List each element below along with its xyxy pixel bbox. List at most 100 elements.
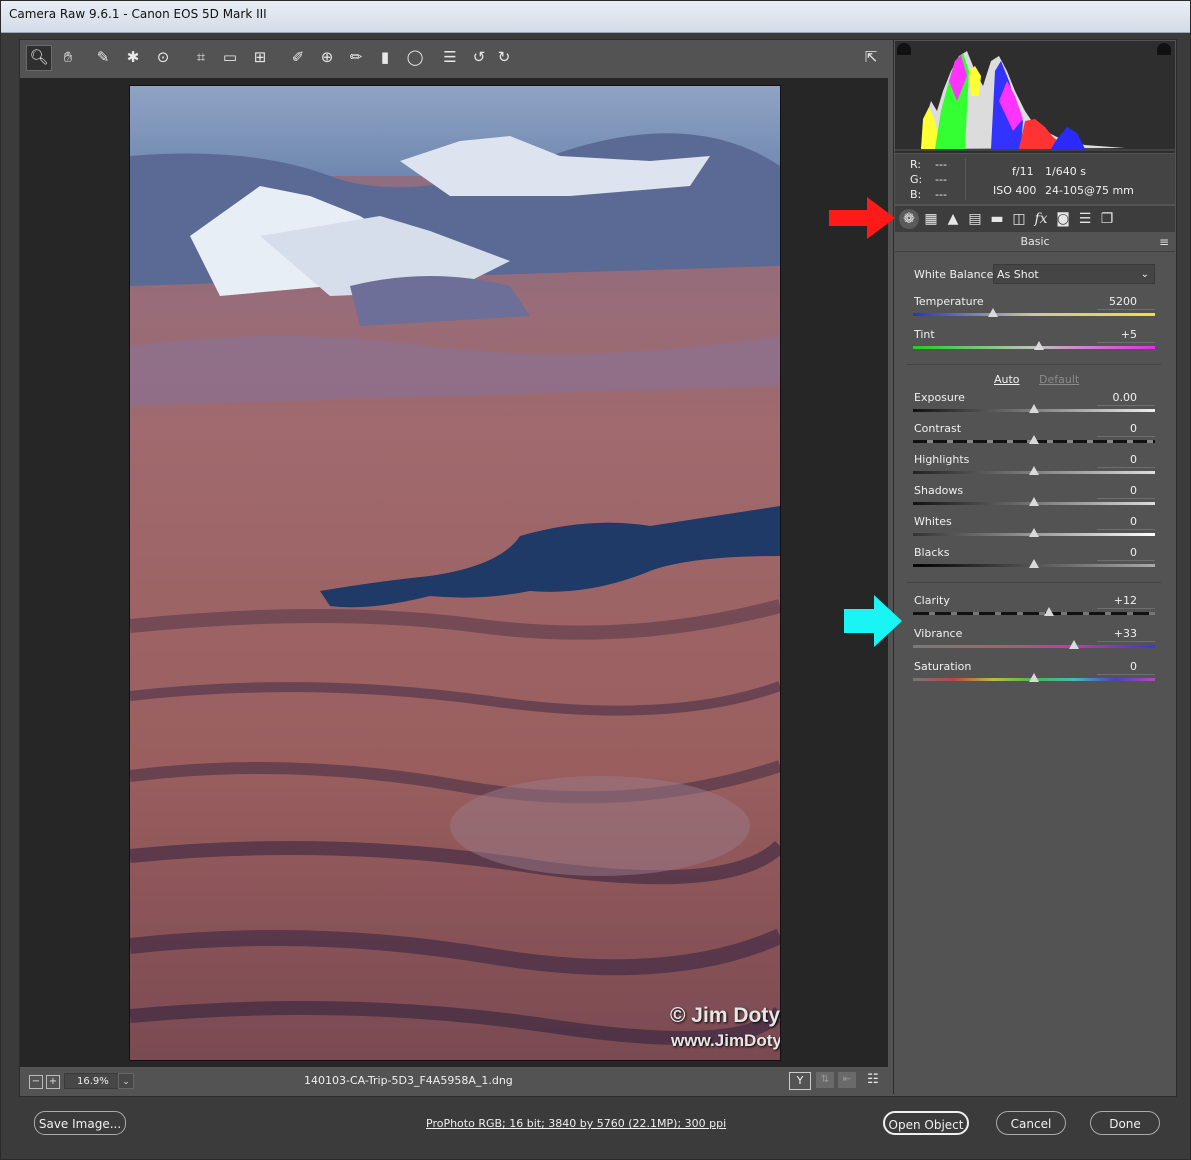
radial-filter-icon[interactable]: ◯ xyxy=(404,46,426,68)
cancel-button[interactable]: Cancel xyxy=(996,1111,1066,1135)
panel-tabs: ❁ ▦ ▲ ▤ ▬ ◫ fx ◙ ☰ ❐ xyxy=(895,206,1175,232)
contrast-label: Contrast xyxy=(914,422,962,435)
tab-presets-icon[interactable]: ☰ xyxy=(1075,209,1095,229)
aperture-value: f/11 xyxy=(1012,165,1034,178)
filename-label: 140103-CA-Trip-5D3_F4A5958A_1.dng xyxy=(304,1074,513,1087)
saturation-slider-thumb[interactable] xyxy=(1029,673,1039,682)
straighten-tool-icon[interactable]: ▭ xyxy=(219,46,241,68)
vibrance-slider-thumb[interactable] xyxy=(1068,640,1079,649)
b-label: B: xyxy=(910,188,922,201)
tint-value-field[interactable]: +5 xyxy=(1097,328,1137,341)
red-arrow-annotation xyxy=(829,197,895,239)
spot-removal-tool-icon[interactable]: ✐ xyxy=(287,46,309,68)
shadows-value-field[interactable]: 0 xyxy=(1097,484,1137,497)
histogram xyxy=(895,41,1175,153)
clarity-value-field[interactable]: +12 xyxy=(1097,594,1137,607)
rotate-right-icon[interactable]: ↻ xyxy=(493,46,515,68)
hand-tool-icon[interactable]: ✋︎ xyxy=(57,46,79,68)
whites-slider-thumb[interactable] xyxy=(1029,528,1039,537)
tab-hsl-icon[interactable]: ▤ xyxy=(965,209,985,229)
clarity-slider-thumb[interactable] xyxy=(1043,607,1054,616)
cyan-arrow-annotation xyxy=(844,595,902,647)
exposure-slider-thumb[interactable] xyxy=(1029,404,1039,413)
contrast-value-field[interactable]: 0 xyxy=(1097,422,1137,435)
white-balance-tool-icon[interactable]: ✎ xyxy=(92,46,114,68)
cyan-arrow-shape xyxy=(844,595,902,647)
contrast-slider-thumb[interactable] xyxy=(1029,435,1039,444)
zoom-dropdown-button[interactable]: ⌄ xyxy=(118,1073,134,1089)
vibrance-slider-track[interactable] xyxy=(913,645,1155,648)
vibrance-value-field[interactable]: +33 xyxy=(1097,627,1137,640)
zoom-tool-icon[interactable]: 🔍︎ xyxy=(26,45,52,71)
crop-tool-icon[interactable]: ⌗ xyxy=(190,46,212,68)
graduated-filter-icon[interactable]: ▮ xyxy=(374,46,396,68)
save-image-button[interactable]: Save Image... xyxy=(34,1111,126,1135)
clarity-slider-track[interactable] xyxy=(913,612,1155,615)
tint-slider-thumb[interactable] xyxy=(1033,341,1044,350)
tab-split-toning-icon[interactable]: ▬ xyxy=(987,209,1007,229)
settings-sliders-icon[interactable]: ☷ xyxy=(864,1071,882,1089)
blacks-value-field[interactable]: 0 xyxy=(1097,546,1137,559)
whites-value-field[interactable]: 0 xyxy=(1097,515,1137,528)
adjustment-brush-icon[interactable]: ✏ xyxy=(345,46,367,68)
saturation-value-field[interactable]: 0 xyxy=(1097,660,1137,673)
transform-tool-icon[interactable]: ⊞ xyxy=(249,46,271,68)
highlights-value-underline xyxy=(1097,467,1155,468)
targeted-adjustment-tool-icon[interactable]: ⊙ xyxy=(152,46,174,68)
temperature-slider-thumb[interactable] xyxy=(987,308,998,317)
highlights-value-field[interactable]: 0 xyxy=(1097,453,1137,466)
blacks-label: Blacks xyxy=(914,546,950,559)
exposure-label: Exposure xyxy=(914,391,965,404)
camera-info-panel: R: --- G: --- B: --- f/11 1/640 s ISO 40… xyxy=(895,154,1175,204)
shadows-slider-thumb[interactable] xyxy=(1029,497,1039,506)
g-value: --- xyxy=(935,173,947,186)
auto-link[interactable]: Auto xyxy=(994,373,1020,386)
tab-tone-curve-icon[interactable]: ▦ xyxy=(921,209,941,229)
temperature-label: Temperature xyxy=(914,295,984,308)
white-balance-select[interactable]: As Shot ⌄ xyxy=(993,264,1155,284)
tab-snapshots-icon[interactable]: ❐ xyxy=(1097,209,1117,229)
default-link[interactable]: Default xyxy=(1039,373,1079,386)
white-balance-value: As Shot xyxy=(997,268,1039,281)
shadows-label: Shadows xyxy=(914,484,964,497)
zoom-out-button[interactable]: − xyxy=(29,1075,43,1089)
zoom-in-button[interactable]: + xyxy=(46,1075,60,1089)
b-value: --- xyxy=(935,188,947,201)
watermark-line1: © Jim Doty, Jr. xyxy=(670,1004,781,1027)
done-button[interactable]: Done xyxy=(1090,1111,1160,1135)
rotate-left-icon[interactable]: ↺ xyxy=(468,46,490,68)
red-arrow-shape xyxy=(829,197,895,239)
tab-camera-calibration-icon[interactable]: ◙ xyxy=(1053,209,1073,229)
whites-value-underline xyxy=(1097,529,1155,530)
blacks-slider-thumb[interactable] xyxy=(1029,559,1039,568)
r-value: --- xyxy=(935,158,947,171)
toolbar: 🔍︎ ✋︎ ✎ ✱ ⊙ ⌗ ▭ ⊞ ✐ ⊕ ✏ ▮ ◯ ☰ ↺ ↻ ⇱ xyxy=(20,40,888,78)
exposure-value-field[interactable]: 0.00 xyxy=(1097,391,1138,404)
exposure-value-underline xyxy=(1097,405,1155,406)
photo-preview[interactable]: © Jim Doty, Jr. www.JimDoty.com xyxy=(129,85,781,1061)
camera-raw-window: Camera Raw 9.6.1 - Canon EOS 5D Mark III… xyxy=(0,0,1191,1160)
highlights-slider-thumb[interactable] xyxy=(1029,466,1039,475)
preferences-icon[interactable]: ☰ xyxy=(439,46,461,68)
before-after-toggle-button[interactable]: Y xyxy=(789,1072,811,1090)
tab-lens-corrections-icon[interactable]: ◫ xyxy=(1009,209,1029,229)
temperature-slider-track[interactable] xyxy=(913,313,1155,316)
copy-settings-icon[interactable]: ⇤ xyxy=(838,1072,856,1088)
tint-label: Tint xyxy=(914,328,935,341)
tab-detail-icon[interactable]: ▲ xyxy=(943,209,963,229)
temperature-value-underline xyxy=(1097,309,1155,310)
open-object-button[interactable]: Open Object xyxy=(883,1111,969,1135)
workflow-options-link[interactable]: ProPhoto RGB; 16 bit; 3840 by 5760 (22.1… xyxy=(426,1117,726,1130)
panel-menu-icon[interactable]: ≡ xyxy=(1159,235,1169,249)
title-bar[interactable]: Camera Raw 9.6.1 - Canon EOS 5D Mark III xyxy=(1,1,1190,33)
tab-basic-icon[interactable]: ❁ xyxy=(899,209,919,229)
red-eye-tool-icon[interactable]: ⊕ xyxy=(316,46,338,68)
fullscreen-toggle-icon[interactable]: ⇱ xyxy=(860,46,882,68)
temperature-value-field[interactable]: 5200 xyxy=(1097,295,1137,308)
tab-effects-icon[interactable]: fx xyxy=(1031,209,1051,229)
vibrance-value-underline xyxy=(1097,641,1155,642)
zoom-level-value: 16.9% xyxy=(77,1076,109,1087)
blacks-value-underline xyxy=(1097,560,1155,561)
swap-settings-icon[interactable]: ⇅ xyxy=(816,1072,834,1088)
color-sampler-tool-icon[interactable]: ✱ xyxy=(122,46,144,68)
